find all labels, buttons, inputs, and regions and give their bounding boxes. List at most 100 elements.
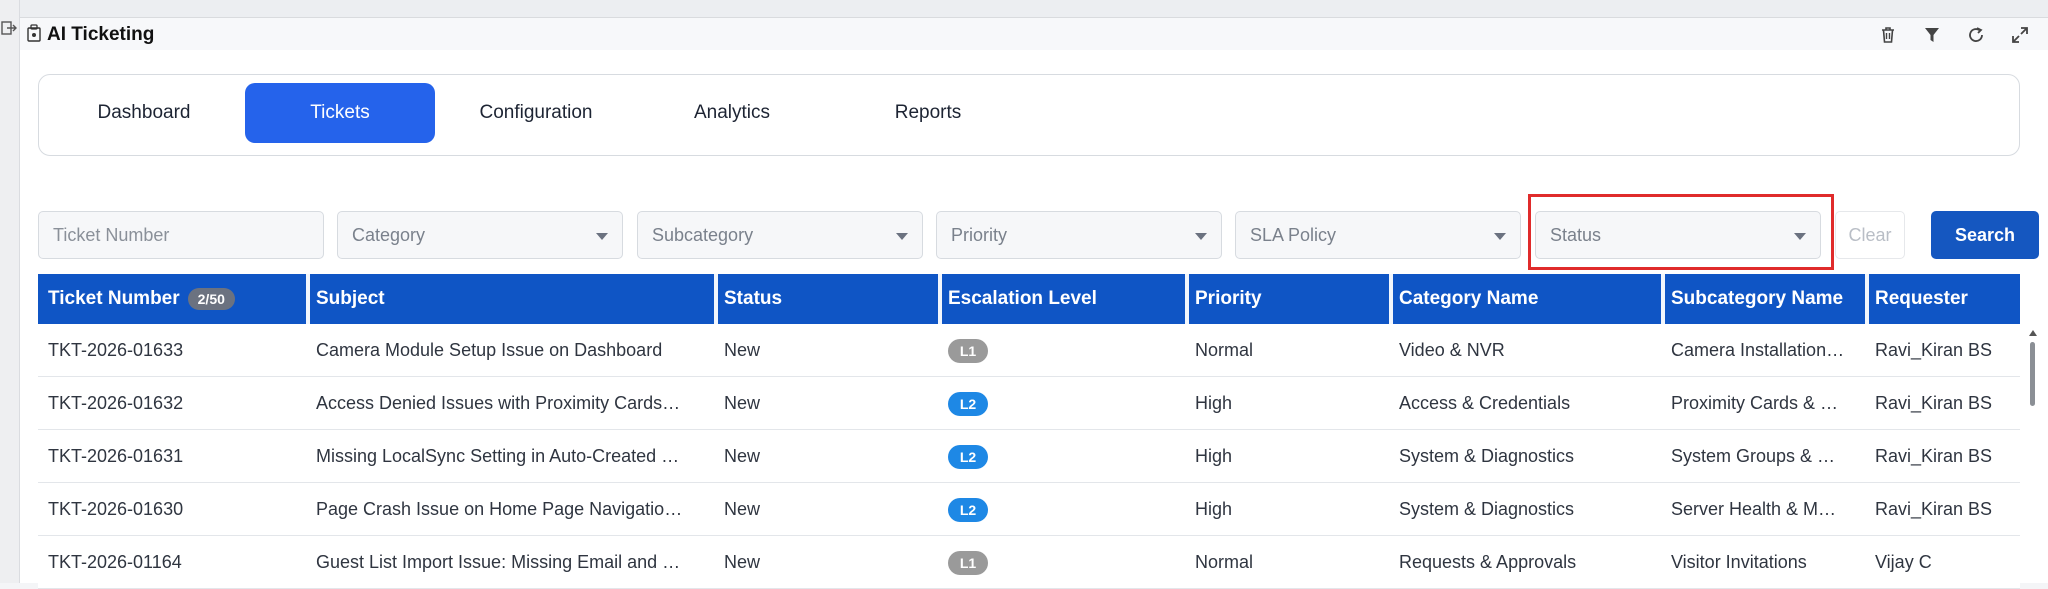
col-escalation-level[interactable]: Escalation Level <box>938 274 1185 324</box>
cell-requester: Vijay C <box>1865 536 2020 589</box>
column-resizer[interactable] <box>1185 274 1189 324</box>
cell-priority: Normal <box>1185 324 1389 377</box>
cell-category: System & Diagnostics <box>1389 430 1661 483</box>
sla-policy-select[interactable]: SLA Policy <box>1235 211 1521 259</box>
scroll-up-icon[interactable] <box>2029 330 2037 336</box>
col-subcategory-name-label: Subcategory Name <box>1671 288 1844 309</box>
tab-analytics[interactable]: Analytics <box>637 83 827 143</box>
cell-category-text: Access & Credentials <box>1399 393 1571 413</box>
cell-subcategory: Camera Installation… <box>1661 324 1865 377</box>
column-resizer[interactable] <box>938 274 942 324</box>
cell-subject-text: Access Denied Issues with Proximity Card… <box>316 393 681 413</box>
category-select[interactable]: Category <box>337 211 623 259</box>
cell-status-text: New <box>724 446 761 466</box>
table-scrollbar[interactable] <box>2029 330 2037 583</box>
column-resizer[interactable] <box>1661 274 1665 324</box>
col-status[interactable]: Status <box>714 274 938 324</box>
cell-priority-text: Normal <box>1195 340 1254 360</box>
cell-status-text: New <box>724 393 761 413</box>
col-ticket-number-label: Ticket Number <box>48 288 180 309</box>
ai-ticketing-panel: AI Ticketing Dashboard Tickets Configura… <box>20 18 2048 589</box>
col-category-name[interactable]: Category Name <box>1389 274 1661 324</box>
cell-priority-text: High <box>1195 393 1233 413</box>
table-row[interactable]: TKT-2026-01631 Missing LocalSync Setting … <box>38 430 2020 483</box>
cell-status: New <box>714 377 938 430</box>
expand-icon[interactable] <box>2008 23 2032 47</box>
ticket-count-badge: 2/50 <box>187 288 235 310</box>
cell-subject: Page Crash Issue on Home Page Navigatio… <box>306 483 714 536</box>
subcategory-select-label: Subcategory <box>652 224 754 245</box>
cell-status-text: New <box>724 552 761 572</box>
col-subcategory-name[interactable]: Subcategory Name <box>1661 274 1865 324</box>
col-subject[interactable]: Subject <box>306 274 714 324</box>
cell-subcategory-text: Server Health & M… <box>1671 499 1837 519</box>
column-resizer[interactable] <box>1865 274 1869 324</box>
cell-subject-text: Missing LocalSync Setting in Auto-Create… <box>316 446 680 466</box>
left-rail <box>0 0 20 583</box>
priority-select[interactable]: Priority <box>936 211 1222 259</box>
column-resizer[interactable] <box>1389 274 1393 324</box>
cell-subcategory: System Groups & … <box>1661 430 1865 483</box>
ticket-number-input[interactable] <box>53 224 323 246</box>
module-tabs: Dashboard Tickets Configuration Analytic… <box>38 74 2020 156</box>
escalation-level-badge: L2 <box>948 497 988 522</box>
cell-priority: High <box>1185 483 1389 536</box>
subcategory-select[interactable]: Subcategory <box>637 211 923 259</box>
table-row[interactable]: TKT-2026-01632 Access Denied Issues with … <box>38 377 2020 430</box>
cell-subject-text: Guest List Import Issue: Missing Email a… <box>316 552 681 572</box>
cell-level: L2 <box>938 483 1185 536</box>
col-requester-label: Requester <box>1875 288 1968 309</box>
cell-subject: Camera Module Setup Issue on Dashboard <box>306 324 714 377</box>
priority-select-label: Priority <box>951 224 1008 245</box>
col-ticket-number[interactable]: Ticket Number 2/50 <box>38 274 306 324</box>
col-requester[interactable]: Requester <box>1865 274 2020 324</box>
cell-level: L1 <box>938 324 1185 377</box>
col-priority[interactable]: Priority <box>1185 274 1389 324</box>
cell-priority: High <box>1185 377 1389 430</box>
cell-requester-text: Ravi_Kiran BS <box>1875 393 1993 413</box>
col-priority-label: Priority <box>1195 288 1262 309</box>
refresh-icon[interactable] <box>1964 23 1988 47</box>
cell-ticket: TKT-2026-01632 <box>38 377 306 430</box>
cell-requester-text: Vijay C <box>1875 552 1932 572</box>
cell-requester: Ravi_Kiran BS <box>1865 483 2020 536</box>
tab-configuration[interactable]: Configuration <box>441 83 631 143</box>
filter-icon[interactable] <box>1920 23 1944 47</box>
chevron-down-icon <box>1195 233 1207 240</box>
tab-dashboard[interactable]: Dashboard <box>49 83 239 143</box>
search-button[interactable]: Search <box>1931 211 2039 259</box>
exit-icon[interactable] <box>1 20 17 36</box>
tab-tickets[interactable]: Tickets <box>245 83 435 143</box>
cell-requester: Ravi_Kiran BS <box>1865 324 2020 377</box>
column-resizer[interactable] <box>306 274 310 324</box>
ticket-number-field[interactable] <box>38 211 324 259</box>
cell-status-text: New <box>724 499 761 519</box>
cell-category: System & Diagnostics <box>1389 483 1661 536</box>
tab-reports[interactable]: Reports <box>833 83 1023 143</box>
trash-icon[interactable] <box>1876 23 1900 47</box>
col-category-name-label: Category Name <box>1399 288 1539 309</box>
escalation-level-badge: L2 <box>948 391 988 416</box>
cell-priority-text: High <box>1195 499 1233 519</box>
table-row[interactable]: TKT-2026-01633 Camera Module Setup Issue … <box>38 324 2020 377</box>
cell-requester: Ravi_Kiran BS <box>1865 377 2020 430</box>
table-row[interactable]: TKT-2026-01164 Guest List Import Issue: M… <box>38 536 2020 589</box>
scrollbar-thumb[interactable] <box>2030 342 2035 406</box>
column-resizer[interactable] <box>714 274 718 324</box>
cell-status: New <box>714 483 938 536</box>
col-escalation-level-label: Escalation Level <box>948 288 1097 309</box>
ticket-app-icon <box>27 24 41 42</box>
col-subject-label: Subject <box>316 288 385 309</box>
cell-ticket-text: TKT-2026-01633 <box>48 340 184 360</box>
table-row[interactable]: TKT-2026-01630 Page Crash Issue on Home P… <box>38 483 2020 536</box>
clear-button[interactable]: Clear <box>1835 211 1905 259</box>
status-highlight-box <box>1528 194 1834 270</box>
cell-category-text: System & Diagnostics <box>1399 499 1575 519</box>
cell-subcategory-text: Proximity Cards & … <box>1671 393 1839 413</box>
cell-category: Requests & Approvals <box>1389 536 1661 589</box>
cell-requester-text: Ravi_Kiran BS <box>1875 446 1993 466</box>
col-status-label: Status <box>724 288 783 309</box>
escalation-level-badge: L2 <box>948 444 988 469</box>
cell-requester-text: Ravi_Kiran BS <box>1875 340 1993 360</box>
cell-subcategory-text: Camera Installation… <box>1671 340 1845 360</box>
